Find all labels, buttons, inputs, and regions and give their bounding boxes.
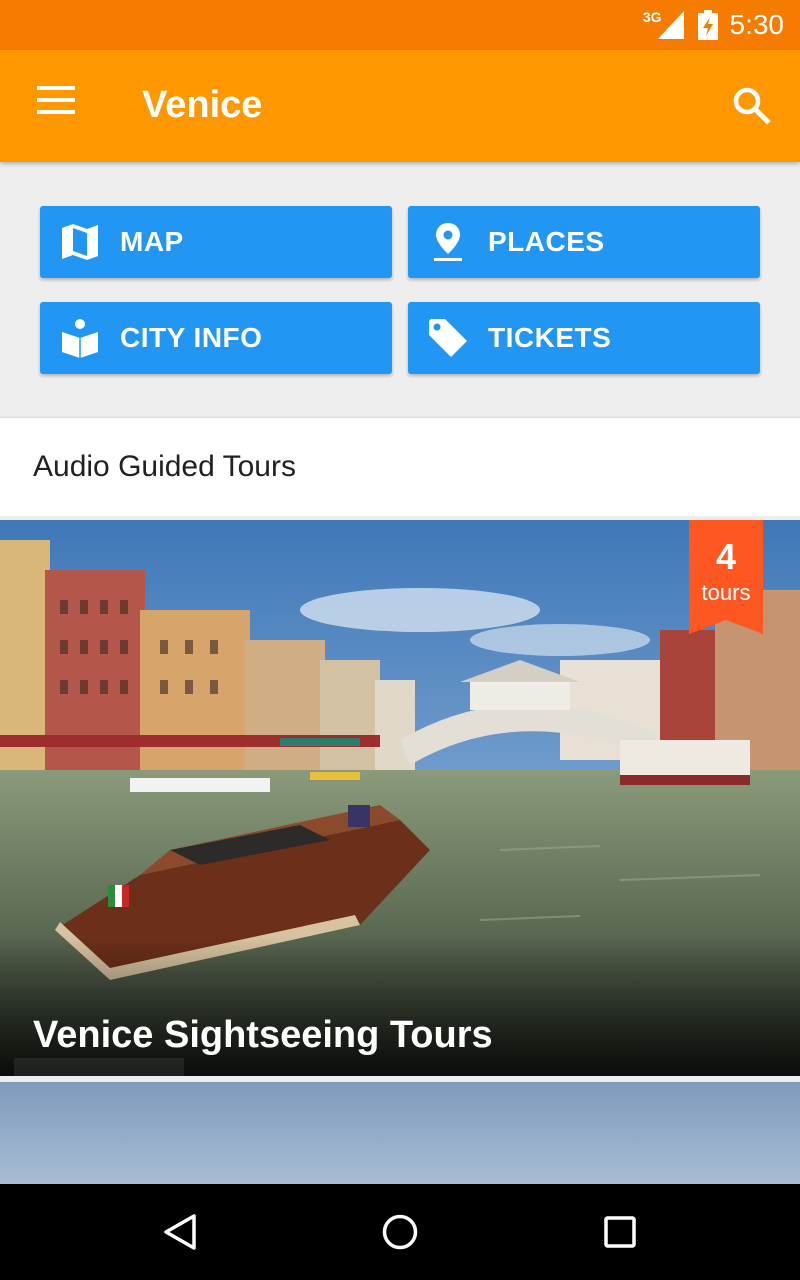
search-icon[interactable] <box>728 82 776 130</box>
quick-actions: MAP PLACES CITY INFO TICKETS <box>40 206 760 374</box>
city-info-icon <box>58 316 102 360</box>
tour-title: Venice Sightseeing Tours <box>33 1014 493 1056</box>
section-header: Audio Guided Tours <box>0 418 800 516</box>
app-bar: Venice <box>0 50 800 162</box>
map-label: MAP <box>120 226 184 257</box>
home-icon[interactable] <box>376 1208 424 1256</box>
place-pin-icon <box>426 220 470 264</box>
tour-card[interactable]: Venice Sightseeing Tours 4 tours <box>0 520 800 1076</box>
photo-credit <box>14 1058 184 1076</box>
battery-charging-icon <box>697 10 718 40</box>
tour-count-badge: 4 tours <box>689 520 763 634</box>
tickets-label: TICKETS <box>488 322 612 353</box>
tour-count: 4 <box>715 536 737 577</box>
city-info-button[interactable]: CITY INFO <box>40 302 392 374</box>
clock: 5:30 <box>729 9 785 40</box>
map-icon <box>58 220 102 264</box>
map-button[interactable]: MAP <box>40 206 392 278</box>
navigation-bar <box>0 1184 800 1280</box>
places-label: PLACES <box>488 226 605 257</box>
recent-apps-icon[interactable] <box>596 1208 644 1256</box>
tour-card[interactable] <box>0 1082 800 1184</box>
tour-count-unit: tours <box>701 580 751 605</box>
places-button[interactable]: PLACES <box>408 206 760 278</box>
network-type: 3G <box>642 9 662 25</box>
tickets-button[interactable]: TICKETS <box>408 302 760 374</box>
back-icon[interactable] <box>156 1208 204 1256</box>
city-info-label: CITY INFO <box>120 322 263 353</box>
menu-icon[interactable] <box>28 86 84 126</box>
status-bar: 3G 5:30 <box>0 0 800 50</box>
section-title: Audio Guided Tours <box>33 450 296 483</box>
ticket-tag-icon <box>426 316 470 360</box>
page-title: Venice <box>142 84 263 126</box>
